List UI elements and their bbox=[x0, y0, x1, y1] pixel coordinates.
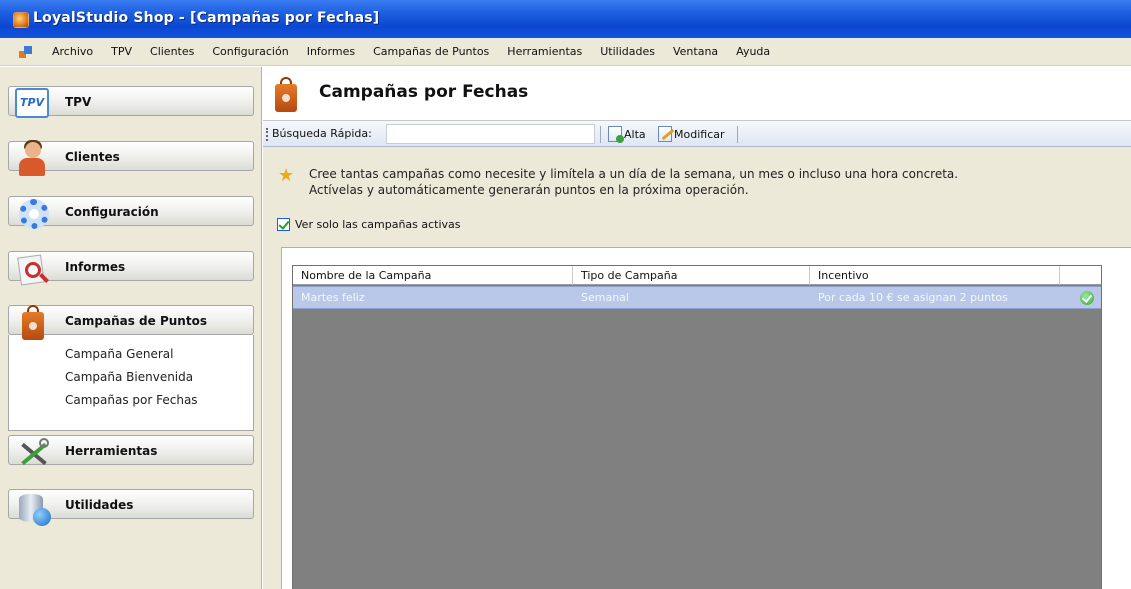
shopping-bag-icon bbox=[13, 304, 53, 344]
info-line-1: Cree tantas campañas como necesite y lim… bbox=[309, 167, 959, 181]
database-icon bbox=[13, 488, 53, 528]
document-menu-icon[interactable] bbox=[18, 44, 34, 60]
toolbar-separator bbox=[737, 126, 738, 143]
column-header-name[interactable]: Nombre de la Campaña bbox=[293, 266, 573, 285]
menu-ventana[interactable]: Ventana bbox=[664, 45, 727, 58]
sidebar-section-herramientas: Herramientas bbox=[8, 435, 254, 466]
column-header-type[interactable]: Tipo de Campaña bbox=[573, 266, 810, 285]
edit-icon bbox=[658, 126, 672, 142]
sidebar-item-tpv[interactable]: TPV TPV bbox=[8, 86, 254, 118]
grid-header: Nombre de la Campaña Tipo de Campaña Inc… bbox=[293, 266, 1101, 285]
column-header-status[interactable] bbox=[1060, 266, 1101, 285]
shopping-bag-icon bbox=[271, 76, 301, 112]
cell-campaign-name: Martes feliz bbox=[301, 291, 365, 304]
sidebar-item-label: Informes bbox=[65, 260, 126, 274]
active-only-label: Ver solo las campañas activas bbox=[295, 218, 461, 231]
sidebar-subitem-campana-general[interactable]: Campaña General bbox=[65, 343, 253, 366]
campaigns-grid-container: Nombre de la Campaña Tipo de Campaña Inc… bbox=[281, 247, 1131, 589]
table-row[interactable]: Martes feliz Semanal Por cada 10 € se as… bbox=[293, 286, 1101, 309]
sidebar-item-campanas-de-puntos[interactable]: Campañas de Puntos bbox=[8, 305, 254, 340]
menu-ayuda[interactable]: Ayuda bbox=[727, 45, 779, 58]
sidebar-item-informes[interactable]: Informes bbox=[8, 251, 254, 286]
main-panel: Campañas por Fechas Búsqueda Rápida: Alt… bbox=[263, 67, 1131, 589]
window-title-bar[interactable]: LoyalStudio Shop - [Campañas por Fechas] bbox=[0, 0, 1131, 38]
app-logo-icon bbox=[13, 12, 29, 28]
info-line-2: Actívelas y automáticamente generarán pu… bbox=[309, 183, 749, 197]
tools-icon bbox=[13, 434, 53, 474]
page-title: Campañas por Fechas bbox=[319, 82, 529, 102]
sidebar-item-configuracion[interactable]: Configuración bbox=[8, 196, 254, 229]
sidebar-item-label: TPV bbox=[65, 95, 92, 109]
sidebar-subitem-campana-bienvenida[interactable]: Campaña Bienvenida bbox=[65, 366, 253, 389]
sidebar-item-utilidades[interactable]: Utilidades bbox=[8, 489, 254, 526]
sidebar-item-herramientas[interactable]: Herramientas bbox=[8, 435, 254, 466]
sidebar-item-label: Clientes bbox=[65, 150, 120, 164]
campaigns-grid[interactable]: Nombre de la Campaña Tipo de Campaña Inc… bbox=[292, 265, 1102, 589]
sidebar-item-clientes[interactable]: Clientes bbox=[8, 140, 254, 176]
menu-campanas-de-puntos[interactable]: Campañas de Puntos bbox=[364, 45, 498, 58]
sidebar-submenu: Campaña General Campaña Bienvenida Campa… bbox=[8, 335, 254, 431]
toolbar-separator bbox=[600, 126, 601, 143]
menu-herramientas[interactable]: Herramientas bbox=[498, 45, 591, 58]
add-button[interactable]: Alta bbox=[608, 125, 646, 143]
new-document-icon bbox=[608, 126, 624, 143]
edit-button-label: Modificar bbox=[674, 127, 725, 141]
info-message: Cree tantas campañas como necesite y lim… bbox=[309, 166, 958, 198]
toolbar-grip[interactable] bbox=[266, 128, 268, 141]
menu-tpv[interactable]: TPV bbox=[102, 45, 141, 58]
sidebar-section-clientes: Clientes bbox=[8, 140, 254, 176]
active-campaigns-filter[interactable]: Ver solo las campañas activas bbox=[277, 218, 461, 231]
window-title: LoyalStudio Shop - [Campañas por Fechas] bbox=[33, 10, 380, 26]
sidebar-item-label: Utilidades bbox=[65, 498, 134, 512]
cell-campaign-type: Semanal bbox=[581, 291, 629, 304]
add-button-label: Alta bbox=[624, 127, 646, 141]
sidebar-section-tpv: TPV TPV bbox=[8, 86, 254, 118]
cell-campaign-incentive: Por cada 10 € se asignan 2 puntos bbox=[818, 291, 1008, 304]
search-label: Búsqueda Rápida: bbox=[272, 127, 372, 140]
sidebar-section-campanas-de-puntos: Campañas de Puntos Campaña General Campa… bbox=[8, 305, 254, 431]
menu-clientes[interactable]: Clientes bbox=[141, 45, 203, 58]
column-header-incentive[interactable]: Incentivo bbox=[810, 266, 1060, 285]
sidebar-section-utilidades: Utilidades bbox=[8, 489, 254, 526]
menu-utilidades[interactable]: Utilidades bbox=[591, 45, 664, 58]
tpv-icon: TPV bbox=[15, 88, 49, 118]
sidebar-item-label: Campañas de Puntos bbox=[65, 314, 207, 328]
menu-informes[interactable]: Informes bbox=[298, 45, 364, 58]
person-icon bbox=[13, 140, 53, 180]
gear-icon bbox=[13, 195, 53, 235]
toolbar: Búsqueda Rápida: Alta Modificar bbox=[263, 121, 1131, 147]
page-header: Campañas por Fechas bbox=[263, 67, 1131, 121]
sidebar-subitem-campanas-por-fechas[interactable]: Campañas por Fechas bbox=[65, 389, 253, 412]
sidebar-item-label: Configuración bbox=[65, 205, 159, 219]
sidebar-section-configuracion: Configuración bbox=[8, 196, 254, 229]
menu-configuracion[interactable]: Configuración bbox=[203, 45, 297, 58]
sidebar-item-label: Herramientas bbox=[65, 444, 158, 458]
search-input[interactable] bbox=[386, 124, 595, 144]
edit-button[interactable]: Modificar bbox=[658, 125, 725, 143]
star-icon: ★ bbox=[278, 165, 295, 186]
active-only-checkbox[interactable] bbox=[277, 218, 290, 231]
menu-archivo[interactable]: Archivo bbox=[43, 45, 102, 58]
sidebar-section-informes: Informes bbox=[8, 251, 254, 286]
sidebar: TPV TPV Clientes Configuración Informes bbox=[0, 67, 262, 589]
search-report-icon bbox=[13, 250, 53, 290]
active-check-icon bbox=[1080, 291, 1094, 305]
menu-bar: Archivo TPV Clientes Configuración Infor… bbox=[0, 38, 1131, 66]
